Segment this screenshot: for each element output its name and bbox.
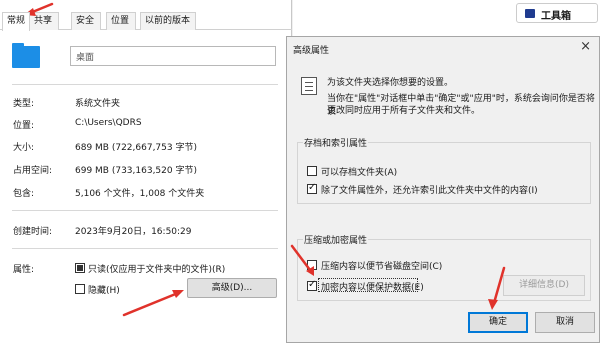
toolbox-button[interactable]: 工具箱 <box>516 3 598 23</box>
encrypt-label: 加密内容以便保护数据(E) <box>321 283 424 293</box>
tab-previous-versions[interactable]: 以前的版本 <box>140 12 196 30</box>
properties-window: 常规 共享 安全 位置 以前的版本 桌面 类型: 系统文件夹 位置: C:\Us… <box>0 0 292 343</box>
divider <box>12 248 278 249</box>
divider <box>12 84 278 85</box>
desktop-folder-icon <box>12 43 40 68</box>
contains-label: 包含: <box>13 189 35 199</box>
location-value: C:\Users\QDRS <box>75 118 142 128</box>
readonly-label: 只读(仅应用于文件夹中的文件)(R) <box>88 265 226 275</box>
location-label: 位置: <box>13 121 35 131</box>
type-label: 类型: <box>13 99 35 109</box>
info-text-3: 更改同时应用于所有子文件夹和文件。 <box>327 106 481 116</box>
dialog-title: 高级属性 <box>293 46 330 56</box>
toolbox-icon <box>525 9 535 18</box>
readonly-checkbox[interactable] <box>75 263 85 273</box>
divider <box>12 210 278 211</box>
archive-group-label: 存档和索引属性 <box>303 136 369 149</box>
disk-usage-value: 699 MB (733,163,520 字节) <box>75 166 197 176</box>
tab-sharing[interactable]: 共享 <box>29 12 59 30</box>
size-label: 大小: <box>13 143 35 153</box>
hidden-label: 隐藏(H) <box>88 286 120 296</box>
encrypt-checkbox[interactable] <box>307 279 317 291</box>
index-label: 除了文件属性外，还允许索引此文件夹中文件的内容(I) <box>321 186 538 196</box>
hidden-checkbox[interactable] <box>75 284 85 294</box>
folder-name-field[interactable]: 桌面 <box>70 46 276 66</box>
size-value: 689 MB (722,667,753 字节) <box>75 143 197 153</box>
attributes-label: 属性: <box>13 265 35 275</box>
advanced-attributes-dialog: 高级属性 × 为该文件夹选择你想要的设置。 当你在"属性"对话框中单击"确定"或… <box>286 36 600 343</box>
close-icon[interactable]: × <box>580 39 591 54</box>
archive-label: 可以存档文件夹(A) <box>321 168 398 178</box>
cancel-button[interactable]: 取消 <box>535 312 595 333</box>
compress-group-label: 压缩或加密属性 <box>303 233 369 246</box>
tab-strip: 常规 共享 安全 位置 以前的版本 <box>0 12 292 31</box>
details-button[interactable]: 详细信息(D) <box>503 275 585 296</box>
info-text-1: 为该文件夹选择你想要的设置。 <box>327 78 454 88</box>
tab-location[interactable]: 位置 <box>106 12 136 30</box>
contains-value: 5,106 个文件，1,008 个文件夹 <box>75 189 205 199</box>
toolbox-label: 工具箱 <box>541 11 571 22</box>
advanced-button[interactable]: 高级(D)... <box>187 278 277 298</box>
index-checkbox[interactable] <box>307 182 317 194</box>
created-value: 2023年9月20日，16:50:29 <box>75 227 192 237</box>
ok-button[interactable]: 确定 <box>468 312 528 333</box>
archive-checkbox[interactable] <box>307 166 317 176</box>
type-value: 系统文件夹 <box>75 99 121 109</box>
attributes-info-icon <box>301 77 317 95</box>
tab-general[interactable]: 常规 <box>2 12 30 31</box>
tab-security[interactable]: 安全 <box>71 12 101 30</box>
created-label: 创建时间: <box>13 227 53 237</box>
compress-label: 压缩内容以便节省磁盘空间(C) <box>321 262 443 272</box>
disk-usage-label: 占用空间: <box>13 166 53 176</box>
compress-checkbox[interactable] <box>307 260 317 270</box>
